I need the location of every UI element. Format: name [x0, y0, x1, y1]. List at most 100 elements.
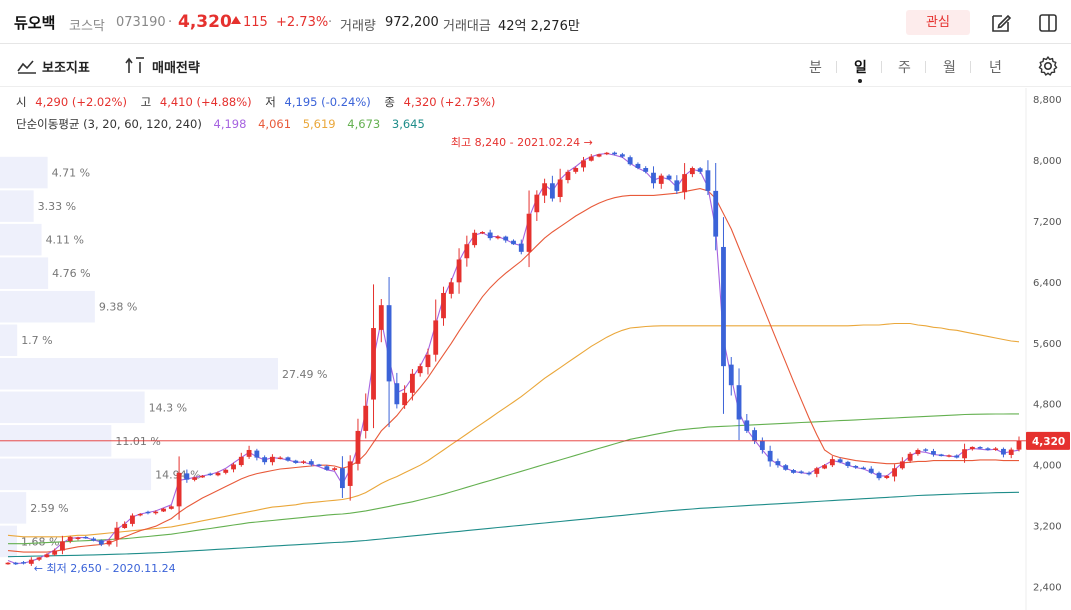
volume-value: 972,200: [385, 15, 439, 30]
candle-body: [713, 190, 719, 237]
candle-body: [899, 461, 905, 469]
candle-body: [308, 461, 314, 465]
y-tick-label: 6,400: [1033, 278, 1062, 289]
candle-body: [378, 305, 384, 330]
candle-body: [192, 477, 198, 480]
ma-legend: 단순이동평균 (3, 20, 60, 120, 240) 4,198 4,061…: [16, 116, 425, 132]
candle: [511, 239, 516, 245]
candle-body: [931, 451, 936, 455]
candle-body: [627, 157, 633, 165]
candle: [713, 162, 719, 251]
candle-body: [752, 430, 757, 441]
candle: [534, 190, 540, 221]
candle: [829, 456, 835, 468]
settings-gear-icon[interactable]: [1037, 55, 1059, 77]
candle-body: [1001, 448, 1006, 455]
candle-body: [262, 457, 268, 463]
strategy-button[interactable]: 매매전략: [152, 57, 200, 76]
candle-body: [861, 467, 866, 470]
candle-body: [806, 472, 812, 475]
candle-body: [557, 179, 563, 197]
candle-body: [573, 168, 579, 172]
candle-body: [884, 475, 890, 478]
candle: [643, 166, 649, 174]
candle-body: [223, 469, 229, 473]
period-week[interactable]: 주: [898, 57, 911, 77]
low-label: 저: [265, 95, 276, 109]
candle: [223, 469, 229, 475]
candle: [705, 160, 711, 195]
candle: [332, 467, 338, 471]
candle-body: [231, 464, 236, 470]
high-annotation: 최고 8,240 - 2021.02.24 →: [451, 136, 593, 149]
period-year[interactable]: 년: [989, 57, 1002, 77]
favorite-button[interactable]: 관심: [906, 10, 970, 35]
candle-body: [21, 562, 26, 564]
indicators-button[interactable]: 보조지표: [42, 57, 90, 76]
candle-body: [355, 430, 361, 464]
candle: [5, 562, 11, 565]
candle-body: [674, 180, 680, 191]
candle-body: [518, 243, 524, 252]
volume-profile-label: 14.3 %: [149, 401, 187, 414]
candle-body: [814, 468, 820, 474]
candle-body: [91, 538, 96, 541]
candle-body: [775, 461, 781, 466]
candle: [689, 166, 695, 178]
candle: [238, 452, 244, 467]
price-axis: 8,800 8,000 7,200 6,400 5,600 4,800 4,000 3,200…: [1033, 95, 1062, 594]
candle-body: [689, 168, 695, 175]
candle-body: [285, 457, 291, 461]
candle-body: [495, 236, 501, 239]
candle-body: [153, 511, 159, 514]
candle-body: [744, 420, 750, 431]
high-value: 4,410 (+4.88%): [159, 95, 252, 109]
candle-body: [114, 527, 120, 540]
period-minute[interactable]: 분: [809, 57, 822, 77]
ma120-value: 4,673: [347, 117, 381, 131]
candle: [402, 385, 408, 409]
candle-body: [697, 168, 703, 172]
candle-body: [845, 461, 851, 466]
layout-panel-icon[interactable]: [1037, 12, 1059, 34]
edit-icon[interactable]: [990, 12, 1012, 34]
candle-body: [619, 154, 625, 157]
candle-body: [52, 550, 58, 555]
period-day[interactable]: 일: [854, 57, 867, 77]
candle: [557, 168, 563, 203]
volume-profile-bar: [0, 257, 49, 289]
candle: [876, 471, 882, 481]
candle-body: [666, 175, 672, 180]
candle: [666, 174, 672, 181]
candle-body: [892, 468, 897, 477]
candle: [277, 456, 283, 460]
candle-body: [254, 450, 260, 458]
candle-body: [837, 459, 843, 463]
candle: [207, 472, 213, 476]
price-chart[interactable]: 4.71 % 3.33 % 4.11 % 4.76 % 9.38 % 1.7 % 27.49…: [0, 88, 1071, 610]
candle-body: [36, 557, 42, 560]
candle-body: [643, 168, 649, 172]
candle-body: [721, 246, 726, 367]
candle: [931, 448, 936, 457]
candle: [21, 561, 26, 565]
candle-body: [137, 513, 143, 516]
price-change: 115: [243, 15, 268, 30]
candle-body: [767, 450, 773, 462]
stock-code: 073190: [116, 15, 166, 30]
candle: [456, 248, 462, 294]
candle-body: [339, 468, 345, 489]
divider: [881, 61, 882, 73]
candle-body: [207, 473, 213, 476]
volume-profile-label: 27.49 %: [282, 368, 327, 381]
volume-profile-bar: [0, 358, 278, 390]
candle-body: [822, 465, 827, 469]
candle: [923, 448, 929, 452]
candle: [371, 284, 376, 429]
candle: [697, 167, 703, 174]
period-month[interactable]: 월: [943, 57, 956, 77]
candle-body: [238, 456, 244, 466]
candle: [433, 299, 439, 362]
candle-body: [487, 232, 493, 239]
current-price: 4,320: [178, 12, 232, 32]
